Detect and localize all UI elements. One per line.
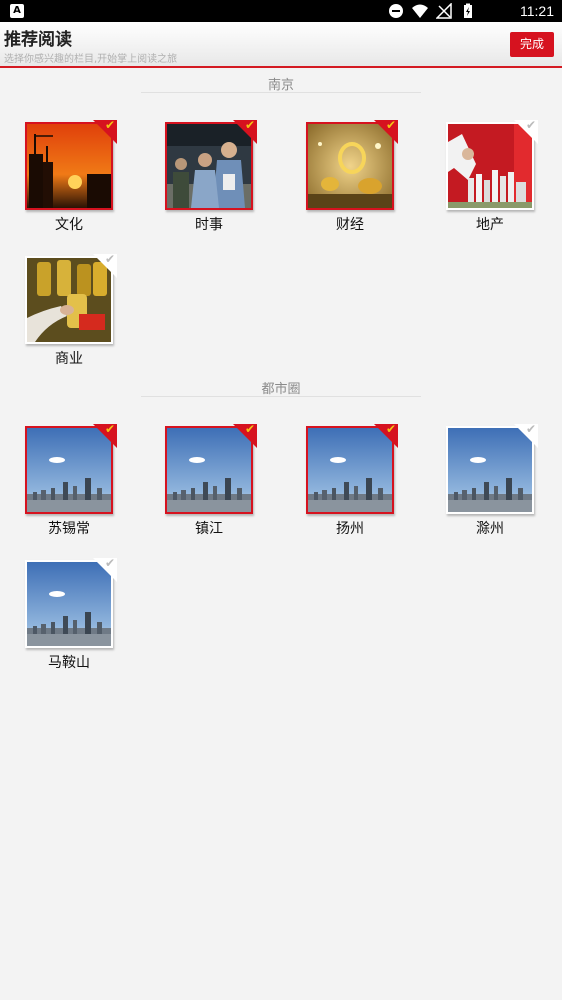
category-label: 扬州 <box>336 521 364 537</box>
selected-check-icon: ✔ <box>233 120 257 144</box>
category-tile-zhenjiang[interactable]: ✔ 镇江 <box>165 424 257 538</box>
do-not-disturb-icon <box>389 4 403 18</box>
app-notification-icon: A <box>10 4 24 18</box>
category-label: 文化 <box>55 217 83 233</box>
category-tile-culture[interactable]: ✔ 文化 <box>25 120 117 234</box>
category-label: 镇江 <box>195 521 223 537</box>
category-tile-suxichang[interactable]: ✔ 苏锡常 <box>25 424 117 538</box>
category-label: 时事 <box>195 217 223 233</box>
unselected-check-icon: ✔ <box>93 558 117 582</box>
selected-check-icon: ✔ <box>374 120 398 144</box>
category-tile-chuzhou[interactable]: ✔ 滁州 <box>446 424 538 538</box>
selected-check-icon: ✔ <box>93 120 117 144</box>
wifi-icon <box>412 4 428 18</box>
selected-check-icon: ✔ <box>233 424 257 448</box>
category-label: 马鞍山 <box>48 655 90 671</box>
section-header-metro-area: 都市圈 <box>141 378 421 397</box>
done-button[interactable]: 完成 <box>510 32 554 57</box>
page-subtitle: 选择你感兴趣的栏目,开始掌上阅读之旅 <box>4 54 178 65</box>
category-tile-business[interactable]: ✔ 商业 <box>25 254 117 368</box>
category-label: 苏锡常 <box>48 521 90 537</box>
status-bar: A 11:21 <box>0 0 562 22</box>
unselected-check-icon: ✔ <box>514 120 538 144</box>
category-tile-yangzhou[interactable]: ✔ 扬州 <box>306 424 398 538</box>
status-time: 11:21 <box>520 3 554 19</box>
category-label: 地产 <box>476 217 504 233</box>
page-title: 推荐阅读 <box>4 30 72 50</box>
battery-icon <box>464 3 472 18</box>
category-label: 商业 <box>55 351 83 367</box>
category-label: 滁州 <box>476 521 504 537</box>
no-signal-icon <box>436 3 452 19</box>
category-tile-current-affairs[interactable]: ✔ 时事 <box>165 120 257 234</box>
category-label: 财经 <box>336 217 364 233</box>
unselected-check-icon: ✔ <box>93 254 117 278</box>
app-header: 推荐阅读 选择你感兴趣的栏目,开始掌上阅读之旅 完成 <box>0 22 562 68</box>
category-tile-finance[interactable]: ✔ 财经 <box>306 120 398 234</box>
category-tile-maanshan[interactable]: ✔ 马鞍山 <box>25 558 117 672</box>
selected-check-icon: ✔ <box>374 424 398 448</box>
section-header-nanjing: 南京 <box>141 74 421 93</box>
category-tile-real-estate[interactable]: ✔ 地产 <box>446 120 538 234</box>
unselected-check-icon: ✔ <box>514 424 538 448</box>
selected-check-icon: ✔ <box>93 424 117 448</box>
